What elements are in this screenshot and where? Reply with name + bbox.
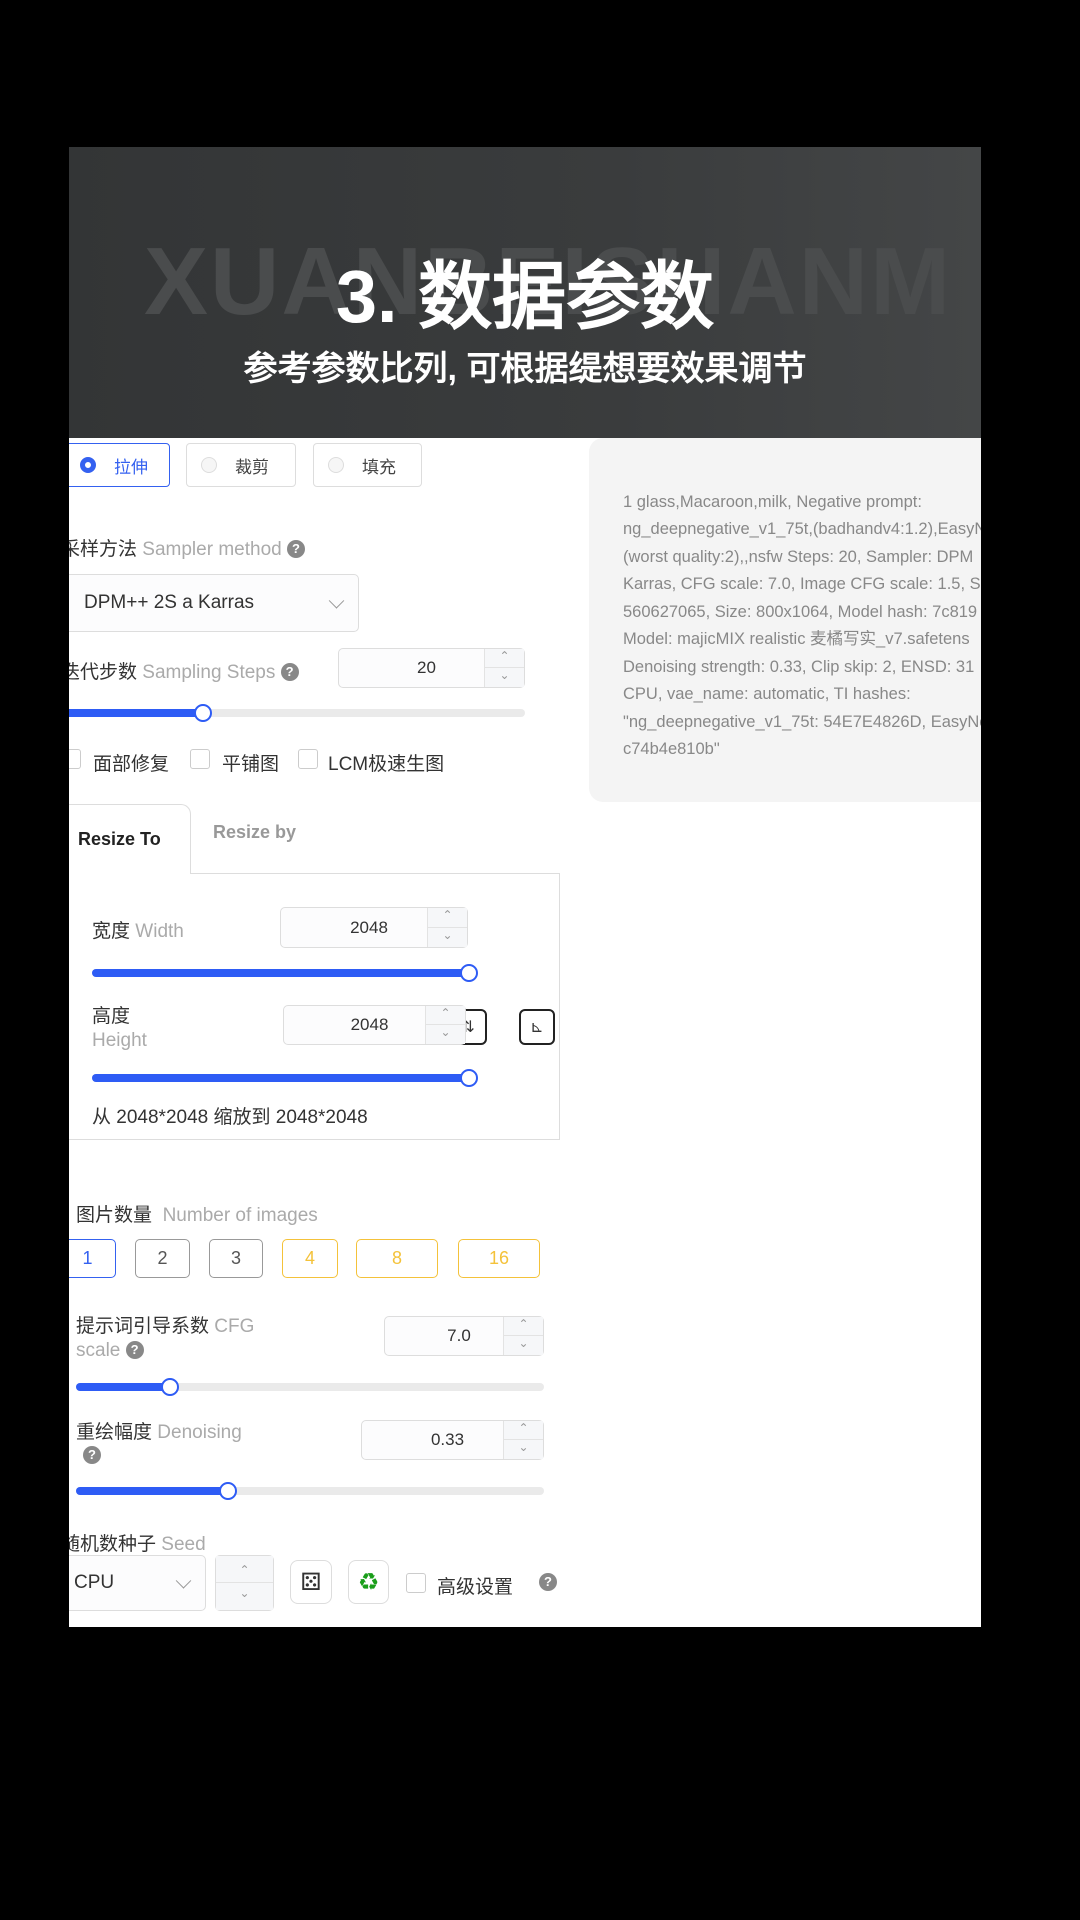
checkbox-face-restore[interactable] (69, 749, 81, 769)
help-icon[interactable]: ? (286, 540, 305, 558)
radio-label: 裁剪 (235, 457, 269, 477)
help-icon[interactable]: ? (83, 1446, 101, 1466)
cfg-input[interactable]: 7.0 ⌃ ⌄ (384, 1316, 544, 1356)
sampler-label: 采样方法 Sampler method ? (69, 534, 305, 561)
seed-label: 随机数种子 Seed (69, 1534, 206, 1555)
slider-thumb[interactable] (194, 704, 213, 722)
resize-note: 从 2048*2048 缩放到 2048*2048 (92, 1107, 368, 1128)
info-line: Karras, CFG scale: 7.0, Image CFG scale:… (623, 575, 981, 593)
checkbox-advanced[interactable] (406, 1573, 426, 1593)
help-icon[interactable]: ? (539, 1573, 557, 1593)
stepper[interactable]: ⌃ ⌄ (216, 1556, 273, 1610)
aspect-ratio-button[interactable]: ⊾ (519, 1009, 555, 1045)
info-line: 560627065, Size: 800x1064, Model hash: 7… (623, 603, 978, 621)
radio-icon (201, 457, 217, 473)
steps-slider[interactable] (69, 704, 525, 722)
slider-thumb[interactable] (460, 964, 478, 982)
stepper[interactable]: ⌃ ⌄ (425, 1006, 465, 1044)
stepper[interactable]: ⌃ ⌄ (427, 908, 467, 947)
width-slider[interactable] (92, 964, 478, 982)
radio-icon (328, 457, 344, 473)
help-icon[interactable]: ? (125, 1341, 144, 1359)
num-images-1[interactable]: 1 (69, 1239, 116, 1278)
num-images-4[interactable]: 4 (282, 1239, 338, 1278)
recycle-icon: ♻ (357, 1568, 380, 1596)
screenshot-panel: XUANBEISHANM 3. 数据参数 参考参数比列, 可根据缇想要效果调节 … (69, 147, 981, 1627)
info-line: Model: majicMIX realistic 麦橘写实_v7.safete… (623, 630, 970, 648)
banner: XUANBEISHANM 3. 数据参数 参考参数比列, 可根据缇想要效果调节 (69, 147, 981, 438)
height-input[interactable]: 2048 ⌃ ⌄ (283, 1005, 466, 1045)
slider-fill (69, 704, 213, 722)
device-value: CPU (74, 1572, 115, 1593)
stepper[interactable]: ⌃ ⌄ (484, 649, 524, 687)
radio-stretch[interactable]: 拉伸 (69, 443, 170, 487)
info-line: (worst quality:2),,nsfw Steps: 20, Sampl… (623, 548, 974, 566)
slider-thumb[interactable] (160, 1378, 179, 1396)
seed-device-select[interactable]: CPU (69, 1555, 206, 1611)
dice-icon: ⚄ (300, 1568, 322, 1596)
height-slider[interactable] (92, 1069, 478, 1087)
sampler-select[interactable]: DPM++ 2S a Karras (69, 574, 359, 632)
checkbox-lcm[interactable] (298, 749, 318, 769)
tab-resize-to[interactable]: Resize To (69, 804, 191, 874)
checkbox-tiling[interactable] (190, 749, 210, 769)
denoise-input[interactable]: 0.33 ⌃ ⌄ (361, 1420, 544, 1460)
advanced-label: 高级设置 (437, 1577, 514, 1598)
slider-thumb[interactable] (219, 1482, 238, 1500)
height-label-en: Height (92, 1030, 147, 1051)
width-label: 宽度 Width (92, 921, 184, 942)
slider-fill (76, 1378, 179, 1396)
cfg-slider[interactable] (76, 1378, 544, 1396)
stepper[interactable]: ⌃ ⌄ (503, 1421, 543, 1459)
height-label: 高度 (92, 1006, 131, 1027)
steps-input[interactable]: 20 ⌃ ⌄ (338, 648, 525, 688)
radio-label: 拉伸 (114, 457, 148, 477)
info-line: ng_deepnegative_v1_75t,(badhandv4:1.2),E… (623, 520, 981, 538)
info-line: c74b4e810b" (623, 740, 720, 758)
checkbox-label: LCM极速生图 (328, 754, 445, 775)
chevron-down-icon (175, 1573, 192, 1589)
stepper[interactable]: ⌃ ⌄ (503, 1317, 543, 1355)
slider-fill (92, 964, 478, 982)
checkbox-label: 面部修复 (93, 754, 170, 775)
slider-fill (76, 1482, 238, 1500)
random-seed-button[interactable]: ⚄ (290, 1560, 332, 1604)
sampler-value: DPM++ 2S a Karras (84, 592, 255, 613)
num-images-label: 图片数量 Number of images (76, 1205, 318, 1226)
radio-label: 填充 (362, 457, 396, 477)
chevron-down-icon (328, 593, 345, 609)
seed-stepper[interactable]: ⌃ ⌄ (215, 1555, 274, 1611)
radio-fill[interactable]: 填充 (313, 443, 422, 487)
num-images-2[interactable]: 2 (135, 1239, 190, 1278)
width-input[interactable]: 2048 ⌃ ⌄ (280, 907, 468, 948)
tab-resize-by[interactable]: Resize by (213, 822, 296, 843)
denoise-slider[interactable] (76, 1482, 544, 1500)
banner-title: 3. 数据参数 (335, 255, 715, 338)
info-line: Denoising strength: 0.33, Clip skip: 2, … (623, 658, 975, 676)
cfg-label-2: scale ? (76, 1340, 144, 1362)
generation-info-box: 1 glass,Macaroon,milk, Negative prompt: … (589, 438, 981, 802)
info-line: CPU, vae_name: automatic, TI hashes: (623, 685, 911, 703)
info-line: 1 glass,Macaroon,milk, Negative prompt: (623, 493, 922, 511)
banner-subtitle: 参考参数比列, 可根据缇想要效果调节 (243, 350, 807, 388)
num-images-3[interactable]: 3 (209, 1239, 263, 1278)
denoise-label: 重绘幅度 Denoising (76, 1422, 242, 1443)
cfg-label: 提示词引导系数 CFG (76, 1316, 255, 1337)
info-line: "ng_deepnegative_v1_75t: 54E7E4826D, Eas… (623, 713, 981, 731)
checkbox-label: 平铺图 (222, 754, 280, 775)
slider-thumb[interactable] (460, 1069, 478, 1087)
num-images-16[interactable]: 16 (458, 1239, 540, 1278)
help-icon[interactable]: ? (280, 663, 299, 681)
ruler-icon: ⊾ (530, 1019, 544, 1036)
radio-crop[interactable]: 裁剪 (186, 443, 296, 487)
reuse-seed-button[interactable]: ♻ (348, 1560, 389, 1604)
radio-icon (80, 457, 96, 473)
steps-label: 迭代步数 Sampling Steps ? (69, 657, 299, 684)
slider-fill (92, 1069, 478, 1087)
num-images-8[interactable]: 8 (356, 1239, 438, 1278)
